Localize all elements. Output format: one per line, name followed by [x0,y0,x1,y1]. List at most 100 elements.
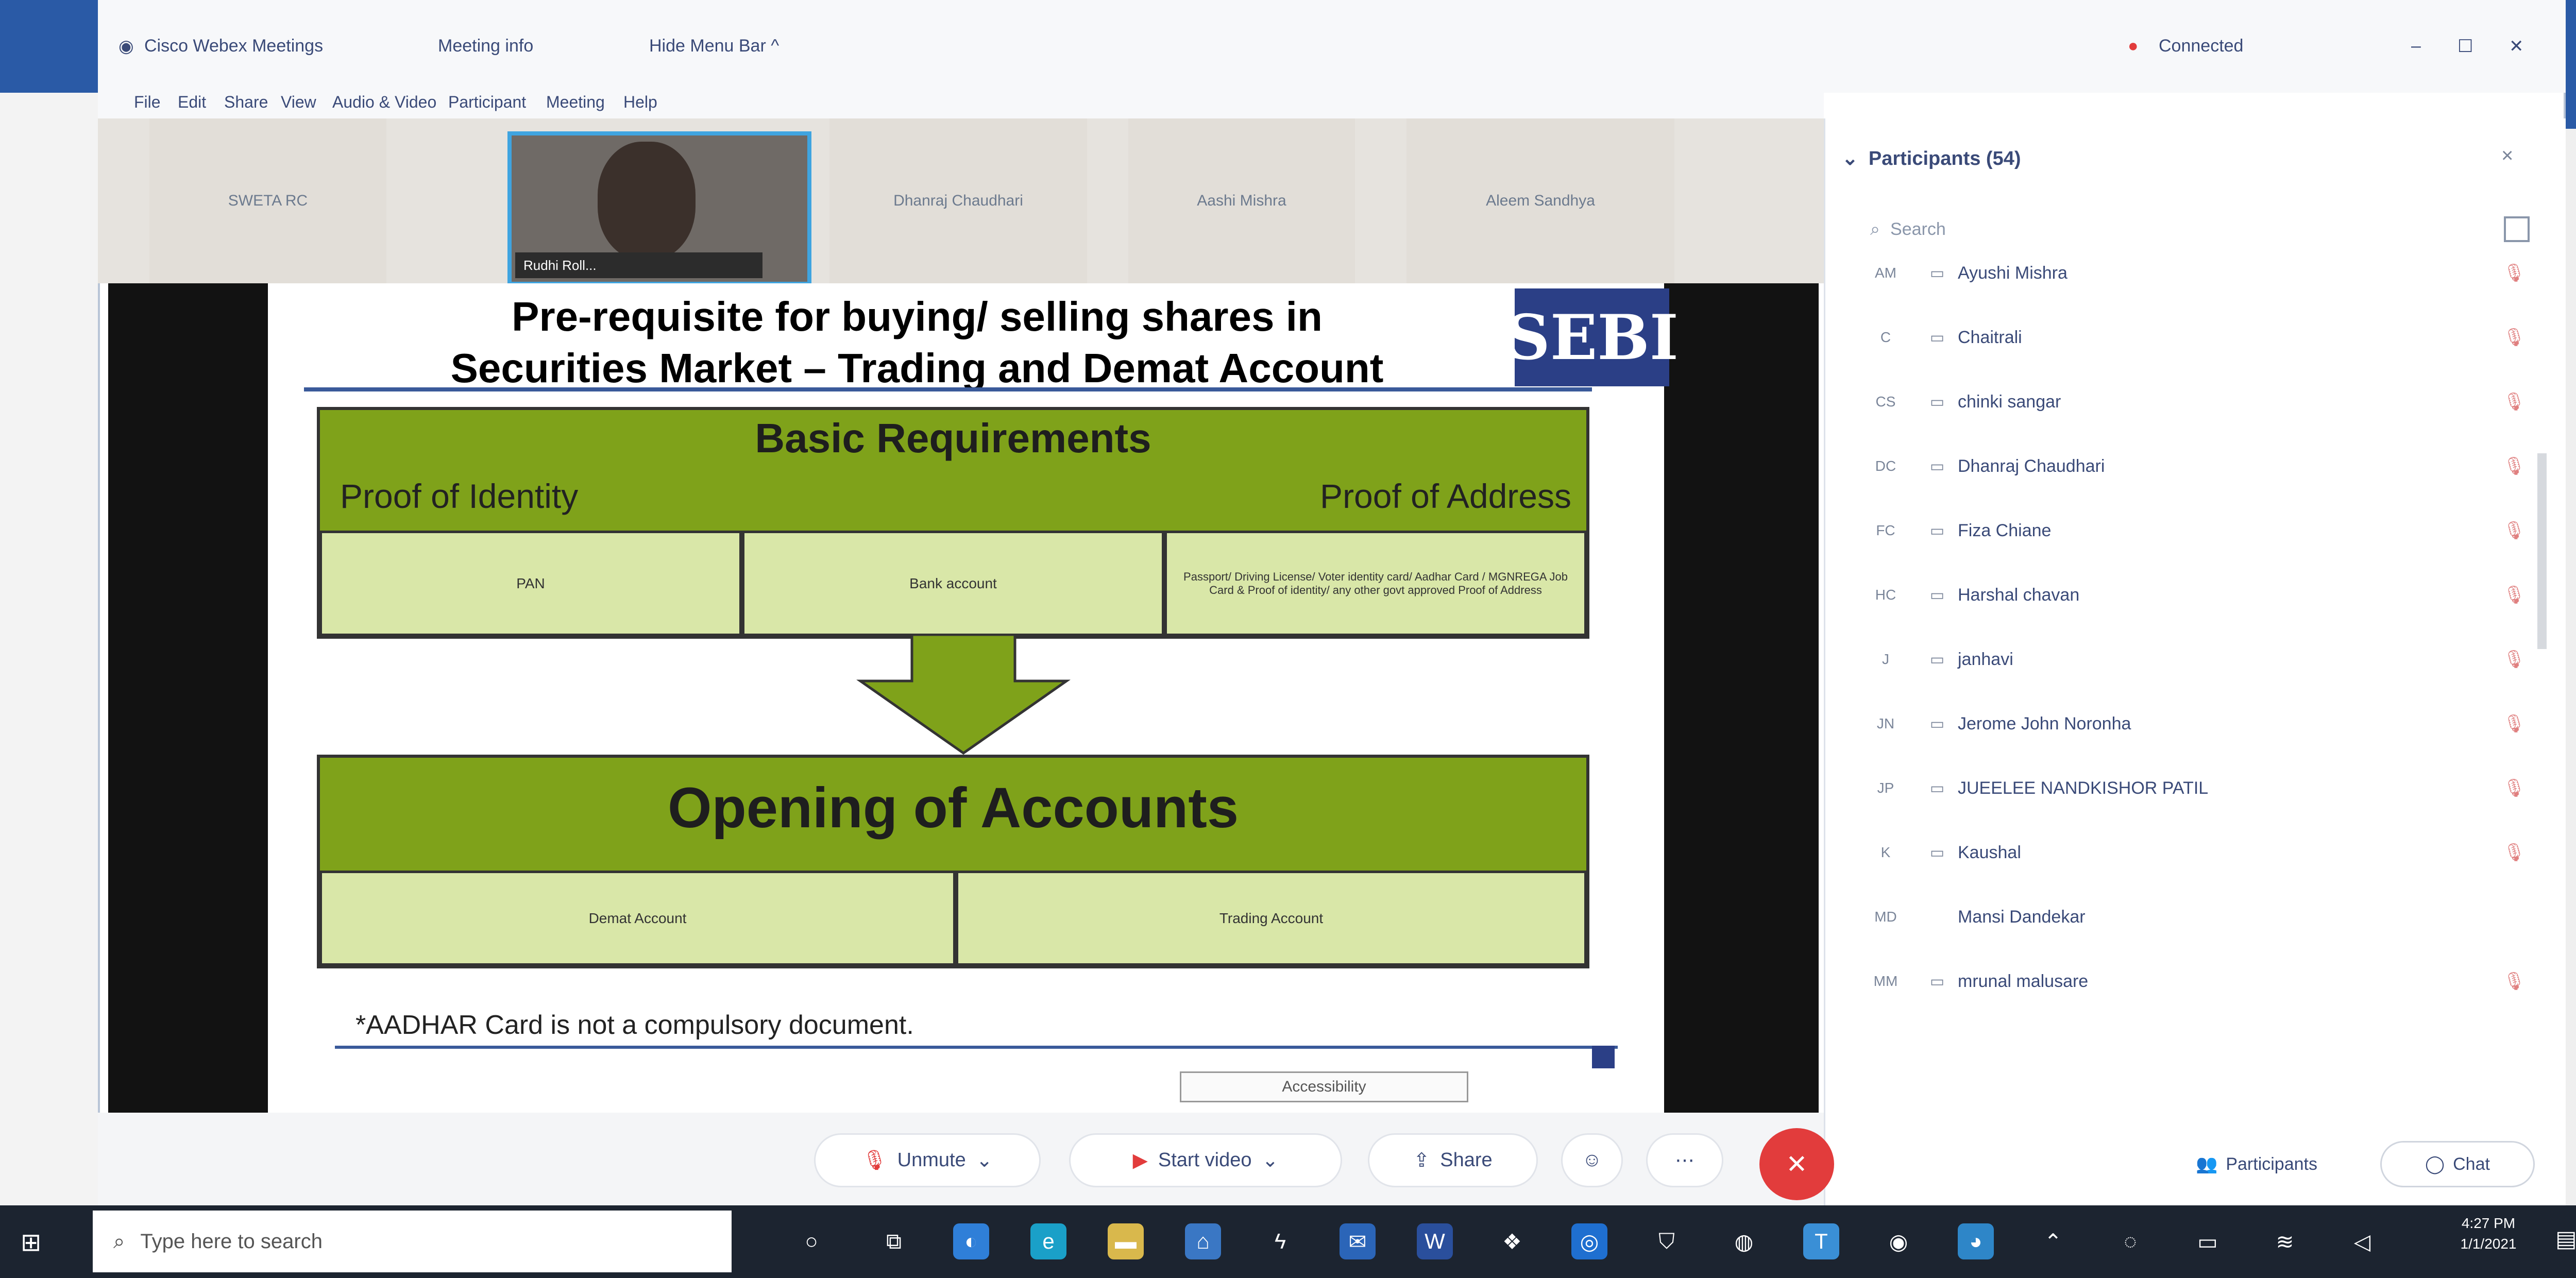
panel-close-button[interactable]: × [2501,144,2513,167]
participant-row[interactable]: MM ▭ mrunal malusare 🎙 [1855,950,2535,1012]
participants-scrollbar[interactable] [2537,453,2547,649]
maximize-button[interactable]: ☐ [2458,36,2473,57]
requirement-cell: PAN [319,531,742,636]
list-view-icon[interactable] [2504,216,2530,242]
participant-row[interactable]: DC ▭ Dhanraj Chaudhari 🎙 [1855,435,2535,497]
webex-icon[interactable]: ◕ [1958,1223,1994,1259]
mic-muted-icon[interactable]: 🎙 [2494,585,2535,605]
mic-muted-icon[interactable]: 🎙 [2494,971,2535,992]
teams-icon[interactable]: T [1803,1223,1839,1259]
video-name-label: Rudhi Roll... [515,252,762,278]
chrome-icon[interactable]: ◍ [1726,1223,1762,1259]
participants-count: Participants (54) [1868,148,2021,169]
app-icon[interactable]: ϟ [1262,1223,1298,1259]
thumbnail-tile[interactable]: Aashi Mishra [1128,118,1355,283]
chevron-down-icon[interactable]: ⌄ [1262,1149,1279,1172]
menu-participant[interactable]: Participant [448,93,526,112]
store-icon[interactable]: ⌂ [1185,1223,1221,1259]
reactions-button[interactable]: ☺ [1561,1133,1623,1187]
menu-view[interactable]: View [281,93,316,112]
participant-row[interactable]: FC ▭ Fiza Chiane 🎙 [1855,500,2535,561]
chevron-up-icon[interactable]: ⌃ [2035,1223,2071,1259]
cortana-icon[interactable]: ○ [793,1223,829,1259]
chat-button[interactable]: ◯ Chat [2380,1141,2535,1187]
slide-title-line-1: Pre-requisite for buying/ selling shares… [512,294,1323,339]
mic-muted-icon[interactable]: 🎙 [2494,327,2535,348]
participant-row[interactable]: JN ▭ Jerome John Noronha 🎙 [1855,693,2535,755]
edge-icon[interactable]: e [1030,1223,1066,1259]
unmute-label: Unmute [897,1149,966,1171]
menu-share[interactable]: Share [224,93,268,112]
webex-logo-icon: ◉ [118,37,134,56]
word-icon[interactable]: W [1417,1223,1453,1259]
mic-muted-icon[interactable]: 🎙 [2494,391,2535,412]
connection-status[interactable]: Connected [2159,36,2243,56]
battery-icon[interactable]: ▭ [2190,1223,2226,1259]
meeting-info-button[interactable]: Meeting info [438,36,533,56]
participant-row[interactable]: JP ▭ JUEELEE NANDKISHOR PATIL 🎙 [1855,757,2535,819]
file-explorer-icon[interactable]: ▬ [1108,1223,1144,1259]
hide-menu-bar-button[interactable]: Hide Menu Bar ^ [649,36,779,56]
mic-muted-icon[interactable]: 🎙 [2494,456,2535,476]
participant-initials: K [1880,844,1891,860]
notification-icon[interactable]: ▤ [2555,1226,2576,1257]
volume-icon[interactable]: ◁ [2344,1223,2380,1259]
participant-row[interactable]: AM ▭ Ayushi Mishra 🎙 [1855,242,2535,304]
close-button[interactable]: ✕ [2509,36,2524,57]
shield-icon[interactable]: ⛉ [1649,1223,1685,1259]
participant-row[interactable]: K ▭ Kaushal 🎙 [1855,822,2535,883]
participant-initials: J [1882,651,1889,667]
thumbnail-tile[interactable]: Aleem Sandhya [1406,118,1674,283]
thumbnail-tile[interactable]: SWETA RC [149,118,386,283]
participant-row[interactable]: J ▭ janhavi 🎙 [1855,628,2535,690]
participant-row[interactable]: CS ▭ chinki sangar 🎙 [1855,371,2535,433]
clock-date: 1/1/2021 [2460,1236,2517,1252]
app-icon[interactable]: ◎ [1571,1223,1607,1259]
app-icon[interactable]: ◉ [1880,1223,1917,1259]
participants-panel-title[interactable]: ⌄ Participants (54) [1842,147,2021,170]
start-video-button[interactable]: ▶ Start video ⌄ [1069,1133,1342,1187]
minimize-button[interactable]: – [2411,36,2421,56]
mic-muted-icon[interactable]: 🎙 [2494,842,2535,863]
participant-row[interactable]: MD Mansi Dandekar [1855,886,2535,948]
unmute-button[interactable]: 🎙 Unmute ⌄ [814,1133,1041,1187]
network-icon[interactable]: ◌ [2112,1223,2148,1259]
mic-muted-icon[interactable]: 🎙 [2494,649,2535,670]
leave-meeting-button[interactable]: ✕ [1759,1128,1834,1200]
participant-row[interactable]: C ▭ Chaitrali 🎙 [1855,306,2535,368]
windows-start-icon[interactable]: ⊞ [21,1229,49,1257]
menu-file[interactable]: File [134,93,161,112]
mic-muted-icon[interactable]: 🎙 [2494,778,2535,798]
mail-icon[interactable]: ✉ [1340,1223,1376,1259]
dropbox-icon[interactable]: ❖ [1494,1223,1530,1259]
account-cell: Demat Account [319,871,956,966]
requirement-cell: Bank account [742,531,1164,636]
menu-help[interactable]: Help [623,93,657,112]
chevron-down-icon[interactable]: ⌄ [976,1149,993,1172]
participant-name: Fiza Chiane [1958,520,2052,540]
chevron-down-icon[interactable]: ⌄ [1842,148,1858,169]
task-view-icon[interactable]: ⧉ [876,1223,912,1259]
device-icon: ▭ [1929,522,1945,539]
mic-muted-icon[interactable]: 🎙 [2494,520,2535,541]
share-button[interactable]: ⇪ Share [1368,1133,1538,1187]
wifi-icon[interactable]: ≋ [2267,1223,2303,1259]
mic-muted-icon[interactable]: 🎙 [2494,263,2535,283]
menu-audio-video[interactable]: Audio & Video [332,93,436,112]
menu-edit[interactable]: Edit [178,93,206,112]
mic-muted-icon[interactable]: 🎙 [2494,713,2535,734]
taskbar-clock[interactable]: 4:27 PM 1/1/2021 [2447,1213,2530,1254]
participant-name: mrunal malusare [1958,971,2089,991]
thumbnail-tile[interactable]: Dhanraj Chaudhari [829,118,1087,283]
smiley-icon: ☺ [1582,1149,1602,1171]
participant-row[interactable]: HC ▭ Harshal chavan 🎙 [1855,564,2535,626]
device-icon: ▭ [1929,457,1945,475]
browser-icon[interactable]: ◐ [953,1223,989,1259]
participants-toggle-button[interactable]: 👥 Participants [2143,1141,2370,1187]
more-options-button[interactable]: ⋯ [1646,1133,1723,1187]
taskbar-search-input[interactable]: ⌕ Type here to search [93,1211,732,1272]
footnote-divider [335,1046,1618,1049]
menu-meeting[interactable]: Meeting [546,93,605,112]
thumbnail-name: Dhanraj Chaudhari [893,192,1023,209]
participant-initials: AM [1875,265,1896,281]
